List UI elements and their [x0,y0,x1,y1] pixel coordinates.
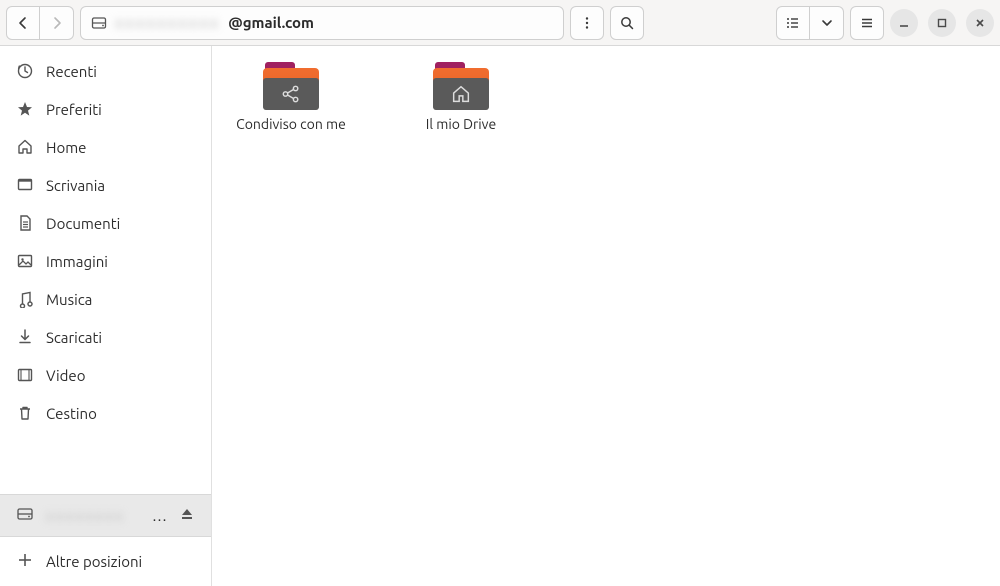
download-icon [16,328,34,346]
sidebar-other-locations[interactable]: Altre posizioni [0,537,211,586]
close-button[interactable] [966,9,994,37]
home-emblem-icon [450,83,472,105]
folder-label: Il mio Drive [426,116,496,134]
eject-icon [179,506,195,522]
list-icon [785,15,801,31]
folder-my-drive[interactable]: Il mio Drive [406,62,516,134]
headerbar: xxxxxxxxxx @gmail.com [0,0,1000,46]
trash-icon [16,404,34,422]
close-icon [973,16,987,30]
sidebar-item-music[interactable]: Musica [0,280,211,318]
sidebar-item-starred[interactable]: Preferiti [0,90,211,128]
forward-button[interactable] [40,6,74,40]
sidebar-item-documents[interactable]: Documenti [0,204,211,242]
sidebar-label: Video [46,367,85,384]
chevron-down-icon [819,15,835,31]
sidebar-item-desktop[interactable]: Scrivania [0,166,211,204]
desktop-icon [16,176,34,194]
clock-icon [16,62,34,80]
sidebar: Recenti Preferiti Home Scrivania [0,46,212,586]
music-icon [16,290,34,308]
sidebar-label: Recenti [46,63,97,80]
sidebar-label: Cestino [46,405,97,422]
folder-icon [433,62,489,110]
chevron-right-icon [49,15,65,31]
search-icon [619,15,635,31]
sidebar-item-recent[interactable]: Recenti [0,52,211,90]
sidebar-mounted-drive[interactable]: xxxxxxxx … [0,494,211,537]
folder-shared-with-me[interactable]: Condiviso con me [236,62,346,134]
sidebar-item-home[interactable]: Home [0,128,211,166]
sidebar-label: Home [46,139,86,156]
sidebar-label: Immagini [46,253,108,270]
minimize-button[interactable] [890,9,918,37]
window-controls [890,9,994,37]
eject-button[interactable] [179,506,195,525]
more-button[interactable] [570,6,604,40]
search-button[interactable] [610,6,644,40]
path-bar[interactable]: xxxxxxxxxx @gmail.com [80,6,564,40]
home-icon [16,138,34,156]
document-icon [16,214,34,232]
file-view[interactable]: Condiviso con me Il mio Drive [212,46,1000,586]
maximize-button[interactable] [928,9,956,37]
minimize-icon [897,16,911,30]
drive-icon [16,505,34,526]
sidebar-label: Preferiti [46,101,102,118]
drive-obscured: xxxxxxxx [46,507,140,524]
video-icon [16,366,34,384]
nav-group [6,6,74,40]
sidebar-item-trash[interactable]: Cestino [0,394,211,432]
star-icon [16,100,34,118]
sidebar-label: Scaricati [46,329,102,346]
sidebar-item-downloads[interactable]: Scaricati [0,318,211,356]
path-obscured: xxxxxxxxxx [115,14,220,31]
drive-ellipsis: … [152,507,167,524]
chevron-left-icon [15,15,31,31]
path-suffix: @gmail.com [228,14,314,31]
sidebar-places: Recenti Preferiti Home Scrivania [0,46,211,494]
image-icon [16,252,34,270]
view-list-button[interactable] [776,6,810,40]
maximize-icon [935,16,949,30]
plus-icon [16,551,34,572]
sidebar-label: Scrivania [46,177,105,194]
hamburger-icon [859,15,875,31]
sidebar-item-images[interactable]: Immagini [0,242,211,280]
view-group [776,6,844,40]
sidebar-label: Documenti [46,215,120,232]
sidebar-item-video[interactable]: Video [0,356,211,394]
folder-label: Condiviso con me [236,116,346,134]
kebab-icon [579,15,595,31]
sidebar-label: Musica [46,291,92,308]
hamburger-button[interactable] [850,6,884,40]
view-dropdown-button[interactable] [810,6,844,40]
back-button[interactable] [6,6,40,40]
drive-icon [91,15,107,31]
sidebar-label: Altre posizioni [46,553,142,570]
folder-icon [263,62,319,110]
share-emblem-icon [280,83,302,105]
